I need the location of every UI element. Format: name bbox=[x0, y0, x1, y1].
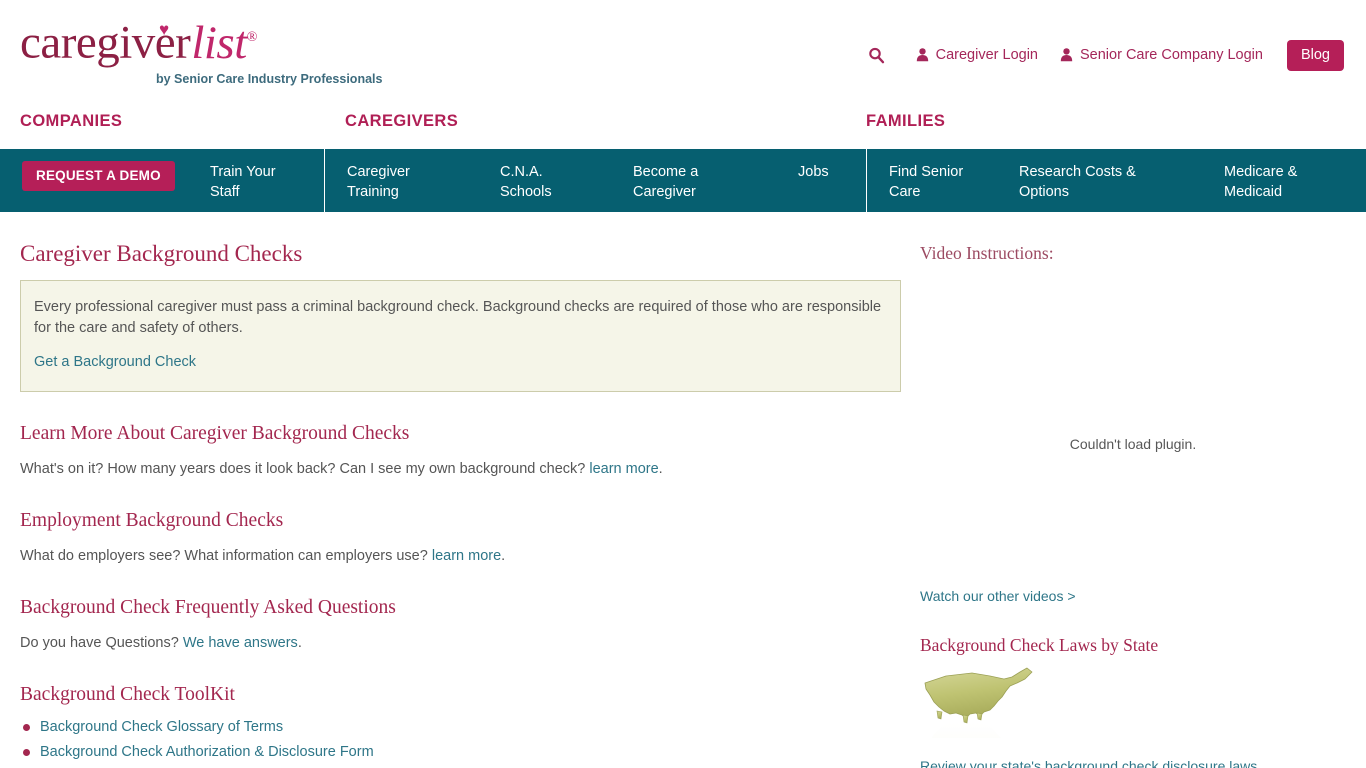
nav-group-caregivers: Caregiver Training C.N.A. Schools Become… bbox=[324, 149, 866, 212]
nav-item-train-your-staff[interactable]: Train Your Staff bbox=[210, 149, 276, 202]
blog-button[interactable]: Blog bbox=[1286, 39, 1344, 71]
caregiver-login-link[interactable]: Caregiver Login bbox=[916, 47, 1038, 63]
laws-by-state-heading: Background Check Laws by State bbox=[920, 635, 1159, 655]
section-paragraph-faq: Do you have Questions? We have answers. bbox=[20, 633, 905, 653]
para-text-end: . bbox=[658, 461, 663, 477]
section-paragraph-employment: What do employers see? What information … bbox=[20, 546, 905, 566]
caregiver-login-label: Caregiver Login bbox=[935, 47, 1038, 63]
para-text-end: . bbox=[501, 548, 506, 564]
video-player-placeholder[interactable]: Couldn't load plugin. bbox=[920, 268, 1346, 588]
us-map-graphic[interactable] bbox=[920, 666, 1038, 768]
nav-group-companies: REQUEST A DEMO Train Your Staff bbox=[0, 149, 324, 212]
search-button[interactable] bbox=[860, 40, 894, 70]
main-content-area: Caregiver Background Checks Every profes… bbox=[0, 212, 1366, 768]
section-paragraph-learn-more: What's on it? How many years does it loo… bbox=[20, 459, 905, 479]
site-logo[interactable]: ♥ caregiverlist® by Senior Care Industry… bbox=[20, 12, 400, 86]
section-heading-toolkit: Background Check ToolKit bbox=[20, 684, 235, 705]
user-icon bbox=[916, 48, 929, 62]
search-icon bbox=[869, 47, 885, 63]
plugin-error-message: Couldn't load plugin. bbox=[1069, 436, 1197, 452]
watch-other-videos-link[interactable]: Watch our other videos > bbox=[920, 588, 1350, 604]
nav-group-families: Find Senior Care Research Costs & Option… bbox=[866, 149, 1366, 212]
section-heading-employment: Employment Background Checks bbox=[20, 510, 284, 531]
logo-text: caregiverlist® bbox=[20, 12, 400, 69]
list-item: Background Check Authorization & Disclos… bbox=[20, 742, 905, 762]
nav-label-caregivers: CAREGIVERS bbox=[345, 112, 459, 130]
toolkit-link-glossary[interactable]: Background Check Glossary of Terms bbox=[40, 719, 283, 735]
us-map-icon bbox=[924, 667, 1033, 768]
list-item: Background Check Glossary of Terms bbox=[20, 717, 905, 737]
map-caption-link[interactable]: Review your state's background check dis… bbox=[920, 758, 1350, 768]
nav-item-jobs[interactable]: Jobs bbox=[798, 149, 829, 182]
page-title: Caregiver Background Checks bbox=[20, 241, 303, 266]
toolkit-link-authorization[interactable]: Background Check Authorization & Disclos… bbox=[40, 744, 374, 760]
para-text-end: . bbox=[297, 635, 302, 651]
nav-item-caregiver-training[interactable]: Caregiver Training bbox=[347, 149, 410, 202]
nav-section-labels: COMPANIES CAREGIVERS FAMILIES bbox=[0, 104, 1366, 149]
site-header: ♥ caregiverlist® by Senior Care Industry… bbox=[0, 0, 1366, 104]
company-login-label: Senior Care Company Login bbox=[1080, 47, 1263, 63]
learn-more-link[interactable]: learn more bbox=[432, 548, 501, 564]
logo-tagline: by Senior Care Industry Professionals bbox=[156, 72, 383, 86]
get-background-check-link[interactable]: Get a Background Check bbox=[34, 354, 196, 370]
section-heading-faq: Background Check Frequently Asked Questi… bbox=[20, 597, 396, 618]
heart-icon: ♥ bbox=[159, 20, 170, 39]
nav-label-companies: COMPANIES bbox=[20, 112, 123, 130]
section-heading-learn-more: Learn More About Caregiver Background Ch… bbox=[20, 423, 410, 444]
nav-item-become-a-caregiver[interactable]: Become a Caregiver bbox=[633, 149, 698, 202]
learn-more-link[interactable]: learn more bbox=[589, 461, 658, 477]
we-have-answers-link[interactable]: We have answers bbox=[183, 635, 298, 651]
nav-item-find-senior-care[interactable]: Find Senior Care bbox=[889, 149, 963, 202]
header-utility-nav: Caregiver Login Senior Care Company Logi… bbox=[860, 39, 1344, 71]
company-login-link[interactable]: Senior Care Company Login bbox=[1060, 47, 1263, 63]
intro-callout-box: Every professional caregiver must pass a… bbox=[20, 280, 901, 392]
user-icon bbox=[1060, 48, 1073, 62]
registered-mark: ® bbox=[246, 30, 258, 45]
video-instructions-heading: Video Instructions: bbox=[920, 243, 1054, 263]
para-text: What's on it? How many years does it loo… bbox=[20, 461, 590, 477]
article-column: Caregiver Background Checks Every profes… bbox=[20, 212, 905, 768]
para-text: Do you have Questions? bbox=[20, 635, 183, 651]
sidebar-column: Video Instructions: Couldn't load plugin… bbox=[920, 212, 1350, 768]
para-text: What do employers see? What information … bbox=[20, 548, 432, 564]
request-demo-button[interactable]: REQUEST A DEMO bbox=[22, 161, 175, 191]
intro-callout-text: Every professional caregiver must pass a… bbox=[34, 299, 882, 336]
nav-item-research-costs[interactable]: Research Costs & Options bbox=[1019, 149, 1136, 202]
logo-list-text: list bbox=[191, 16, 247, 69]
toolkit-list: Background Check Glossary of Terms Backg… bbox=[20, 717, 905, 762]
nav-item-medicare-medicaid[interactable]: Medicare & Medicaid bbox=[1224, 149, 1297, 202]
main-navigation: REQUEST A DEMO Train Your Staff Caregive… bbox=[0, 149, 1366, 212]
nav-item-cna-schools[interactable]: C.N.A. Schools bbox=[500, 149, 552, 202]
nav-label-families: FAMILIES bbox=[866, 112, 946, 130]
